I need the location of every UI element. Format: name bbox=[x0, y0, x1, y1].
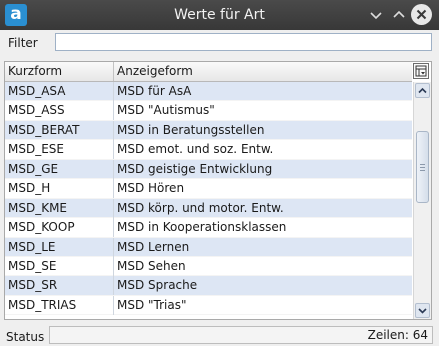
title-bar[interactable]: a Werte für Art bbox=[0, 0, 439, 30]
cell-kurzform: MSD_KOOP bbox=[5, 218, 114, 238]
minimize-button[interactable] bbox=[366, 5, 386, 25]
table-row[interactable]: MSD_ESE MSD emot. und soz. Entw. bbox=[5, 140, 412, 160]
cell-anzeigeform: MSD für AsA bbox=[117, 84, 192, 98]
scroll-down-button[interactable] bbox=[415, 303, 430, 318]
table-row[interactable]: MSD_ASS MSD "Autismus" bbox=[5, 101, 412, 121]
cell-anzeigeform: MSD Sehen bbox=[117, 258, 186, 273]
table-row[interactable]: MSD_SR MSD Sprache bbox=[5, 276, 412, 296]
cell-anzeigeform: MSD in Beratungsstellen bbox=[117, 122, 265, 137]
table-row[interactable]: MSD_ASA MSD für AsA bbox=[5, 82, 412, 102]
table-row[interactable]: MSD_TRIAS MSD "Trias" bbox=[5, 295, 412, 316]
cell-anzeigeform: MSD Sprache bbox=[117, 278, 198, 293]
table-body: MSD_ASA MSD für AsA MSD_ASS MSD "Autismus" M… bbox=[5, 82, 412, 316]
cell-kurzform: MSD_ASA bbox=[5, 82, 114, 101]
values-table: Kurzform Anzeigeform MSD_ASA MSD für AsA M… bbox=[4, 61, 432, 320]
table-row[interactable]: MSD_BERAT MSD in Beratungsstellen bbox=[5, 120, 412, 141]
cell-kurzform: MSD_LE bbox=[5, 237, 114, 257]
row-count: Zeilen: 64 bbox=[367, 328, 428, 342]
cell-anzeigeform: MSD "Autismus" bbox=[117, 103, 215, 118]
close-icon bbox=[416, 9, 427, 20]
table-row[interactable]: MSD_GE MSD geistige Entwicklung bbox=[5, 159, 412, 180]
cell-kurzform: MSD_H bbox=[5, 179, 114, 199]
cell-kurzform: MSD_SR bbox=[5, 276, 114, 296]
cell-anzeigeform: MSD emot. und soz. Entw. bbox=[117, 142, 274, 157]
table-row[interactable]: MSD_LE MSD Lernen bbox=[5, 237, 412, 257]
cell-kurzform: MSD_BERAT bbox=[5, 120, 114, 140]
status-label: Status bbox=[6, 330, 45, 344]
column-settings-icon bbox=[415, 65, 427, 77]
cell-kurzform: MSD_KME bbox=[5, 198, 114, 218]
chevron-down-icon bbox=[418, 308, 427, 314]
cell-anzeigeform: MSD Lernen bbox=[117, 239, 190, 254]
cell-anzeigeform: MSD in Kooperationsklassen bbox=[117, 220, 287, 235]
vertical-scrollbar[interactable] bbox=[413, 82, 431, 319]
minimize-icon bbox=[370, 12, 382, 20]
status-field: Zeilen: 64 bbox=[49, 326, 433, 344]
column-header-anzeigeform[interactable]: Anzeigeform bbox=[114, 62, 412, 81]
cell-kurzform: MSD_ESE bbox=[5, 140, 114, 160]
maximize-icon bbox=[393, 10, 405, 18]
maximize-button[interactable] bbox=[389, 5, 409, 25]
table-row[interactable]: MSD_H MSD Hören bbox=[5, 179, 412, 199]
scroll-up-button[interactable] bbox=[415, 83, 430, 98]
dialog-window: a Werte für Art Filter Kurzform Anzeigef… bbox=[0, 0, 439, 346]
scrollbar-thumb[interactable] bbox=[416, 131, 429, 203]
table-row[interactable]: MSD_KME MSD körp. und motor. Entw. bbox=[5, 198, 412, 219]
table-row[interactable]: MSD_KOOP MSD in Kooperationsklassen bbox=[5, 218, 412, 238]
filter-input[interactable] bbox=[55, 33, 432, 51]
filter-label: Filter bbox=[8, 36, 38, 50]
cell-anzeigeform: MSD "Trias" bbox=[117, 297, 187, 312]
cell-kurzform: MSD_GE bbox=[5, 159, 114, 179]
table-header: Kurzform Anzeigeform bbox=[5, 62, 412, 82]
cell-anzeigeform: MSD geistige Entwicklung bbox=[117, 161, 273, 176]
cell-kurzform: MSD_ASS bbox=[5, 101, 114, 121]
column-settings-button[interactable] bbox=[413, 63, 429, 79]
cell-kurzform: MSD_TRIAS bbox=[5, 295, 114, 315]
cell-kurzform: MSD_SE bbox=[5, 256, 114, 276]
column-header-kurzform[interactable]: Kurzform bbox=[5, 62, 114, 81]
chevron-up-icon bbox=[418, 87, 427, 94]
cell-anzeigeform: MSD körp. und motor. Entw. bbox=[117, 200, 284, 215]
table-row[interactable]: MSD_SE MSD Sehen bbox=[5, 256, 412, 277]
close-button[interactable] bbox=[411, 4, 432, 25]
cell-anzeigeform: MSD Hören bbox=[117, 181, 185, 196]
